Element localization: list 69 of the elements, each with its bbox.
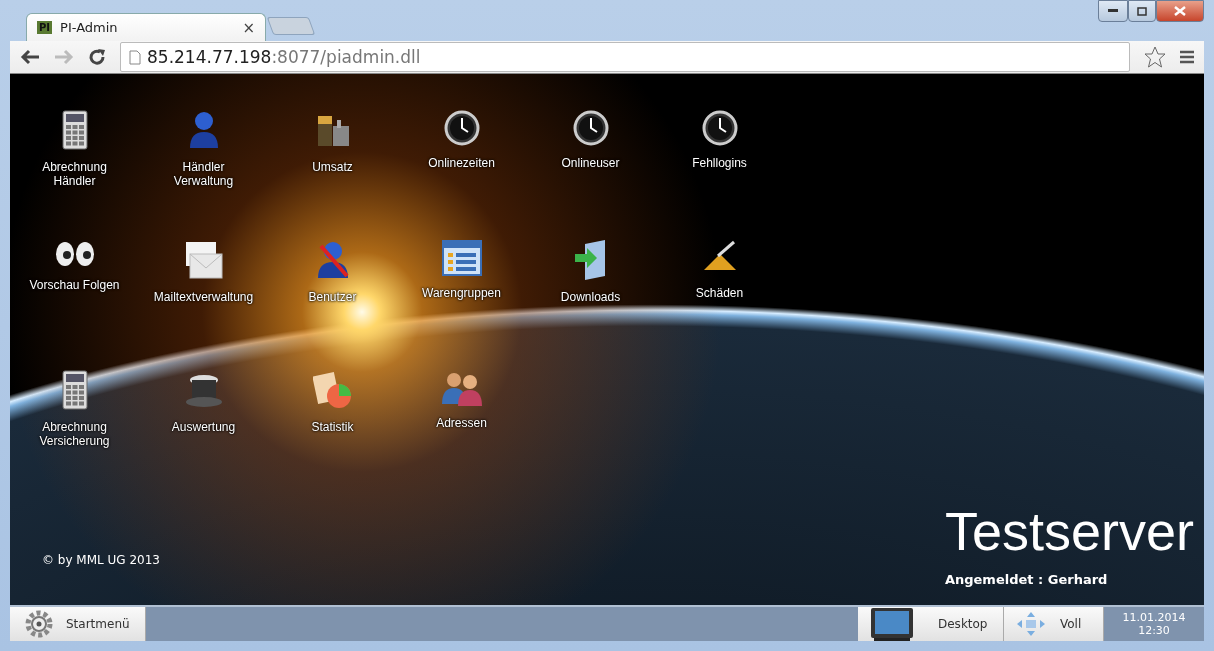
- shortcut-label: Schäden: [695, 286, 744, 300]
- desktop-shortcut[interactable]: Downloads: [526, 240, 655, 370]
- shortcut-label: Umsatz: [312, 160, 353, 174]
- address-field[interactable]: 85.214.77.198:8077/piadmin.dll: [120, 42, 1130, 73]
- maximize-icon: [1137, 6, 1147, 16]
- close-tab-button[interactable]: ×: [242, 18, 255, 37]
- shortcut-label: Onlinezeiten: [428, 156, 495, 170]
- move-arrows-icon: [1016, 611, 1046, 637]
- maximize-button[interactable]: [1128, 0, 1156, 22]
- desktop-shortcut[interactable]: Umsatz: [268, 110, 397, 240]
- star-icon[interactable]: [1144, 46, 1166, 69]
- shortcut-label: Vorschau Folgen: [29, 278, 120, 292]
- clock-icon: [572, 110, 609, 146]
- shortcut-label: Warengruppen: [422, 286, 501, 300]
- desktop-shortcut[interactable]: Warengruppen: [397, 240, 526, 370]
- close-button[interactable]: [1156, 0, 1204, 22]
- shortcut-label: Auswertung: [171, 420, 236, 434]
- shortcut-label: Abrechnung Versicherung: [38, 420, 111, 448]
- taskbar-button[interactable]: Voll: [1004, 607, 1104, 641]
- shortcut-label: Statistik: [311, 420, 354, 434]
- copyright-text: © by MML UG 2013: [42, 553, 160, 567]
- list-window-icon: [441, 240, 482, 276]
- url-host: 85.214.77.198: [147, 47, 272, 68]
- taskbar-button[interactable]: Desktop: [858, 607, 1004, 641]
- desktop-shortcut[interactable]: Schäden: [655, 240, 784, 370]
- desktop-shortcut[interactable]: Onlineuser: [526, 110, 655, 240]
- desktop-shortcut[interactable]: Statistik: [268, 370, 397, 500]
- desktop-shortcut[interactable]: Auswertung: [139, 370, 268, 500]
- back-icon[interactable]: [20, 49, 40, 66]
- desktop-shortcut[interactable]: Vorschau Folgen: [10, 240, 139, 370]
- browser-tab[interactable]: PI PI-Admin ×: [26, 13, 266, 42]
- eyes-icon: [53, 240, 96, 268]
- people-icon: [440, 370, 483, 406]
- calculator-icon: [61, 370, 88, 410]
- shortcut-label: Onlineuser: [561, 156, 620, 170]
- page-icon: [129, 49, 141, 65]
- desktop-shortcut[interactable]: Fehllogins: [655, 110, 784, 240]
- shortcut-label: Mailtextverwaltung: [153, 290, 254, 304]
- shortcut-label: Adressen: [436, 416, 487, 430]
- person-icon: [187, 110, 220, 150]
- desktop-shortcut[interactable]: Adressen: [397, 370, 526, 500]
- shortcut-label: Benutzer: [308, 290, 357, 304]
- clock-icon: [443, 110, 480, 146]
- taskbar-clock: 11.01.2014 12:30: [1121, 610, 1187, 639]
- shortcut-label: Downloads: [560, 290, 621, 304]
- server-title: Testserver: [944, 500, 1194, 562]
- desktop-shortcut[interactable]: Abrechnung Versicherung: [10, 370, 139, 500]
- reload-icon[interactable]: [88, 48, 106, 67]
- shortcut-label: Händler Verwaltung: [172, 160, 235, 188]
- close-icon: [1174, 6, 1186, 16]
- url-path: :8077/piadmin.dll: [271, 47, 421, 68]
- menu-icon[interactable]: [1180, 50, 1194, 65]
- login-status: Angemeldet : Gerhard: [944, 572, 1108, 587]
- favicon: PI: [37, 21, 53, 35]
- desktop-shortcut[interactable]: Abrechnung Händler: [10, 110, 139, 240]
- monitor-icon: [870, 607, 914, 641]
- clock-icon: [701, 110, 738, 146]
- shortcut-label: Fehllogins: [692, 156, 747, 170]
- envelope-icon: [183, 240, 224, 280]
- start-menu-button[interactable]: Startmenü: [10, 607, 146, 641]
- calculator-icon: [61, 110, 88, 150]
- desktop-shortcut[interactable]: Händler Verwaltung: [139, 110, 268, 240]
- pie-chart-icon: [312, 370, 353, 410]
- shortcut-label: Abrechnung Händler: [41, 160, 108, 188]
- desktop-shortcut[interactable]: Onlinezeiten: [397, 110, 526, 240]
- tab-title: PI-Admin: [60, 20, 119, 36]
- minimize-button[interactable]: [1098, 0, 1128, 22]
- desktop-shortcut[interactable]: Mailtextverwaltung: [139, 240, 268, 370]
- minimize-icon: [1108, 9, 1118, 13]
